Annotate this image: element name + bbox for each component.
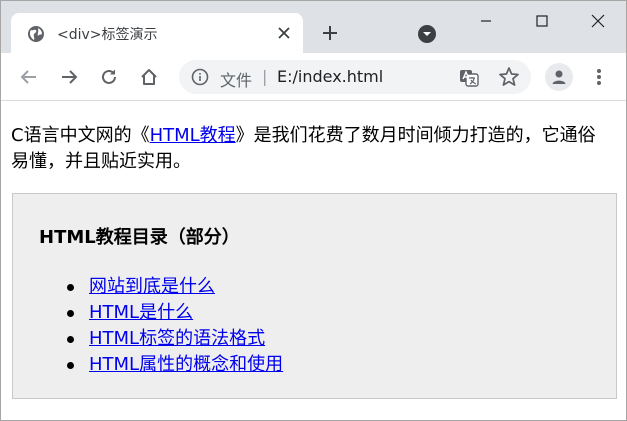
url-text[interactable]: E:/index.html [277, 67, 383, 86]
new-tab-button[interactable] [319, 22, 341, 44]
translate-icon[interactable] [458, 67, 480, 89]
kebab-menu-icon [597, 69, 601, 85]
reload-icon [102, 69, 116, 84]
home-icon [141, 69, 157, 85]
list-item: HTML标签的语法格式 [66, 326, 283, 352]
panel-title: HTML教程目录（部分） [39, 227, 240, 248]
toc-link[interactable]: HTML是什么 [89, 302, 193, 323]
maximize-button[interactable] [514, 1, 570, 41]
intro-text-before: C语言中文网的《 [11, 125, 150, 146]
list-item: 网站到底是什么 [66, 274, 283, 300]
close-icon [278, 27, 290, 39]
close-icon [591, 14, 605, 28]
arrow-right-icon [62, 70, 78, 84]
tab-strip: <div>标签演示 [1, 1, 626, 53]
tab-search-icon[interactable] [417, 24, 437, 44]
reload-button[interactable] [97, 65, 121, 89]
menu-button[interactable] [587, 65, 611, 89]
toc-link[interactable]: HTML属性的概念和使用 [89, 354, 283, 375]
toc-link[interactable]: HTML标签的语法格式 [89, 328, 265, 349]
info-icon[interactable] [191, 68, 209, 86]
profile-avatar-button[interactable] [545, 63, 573, 91]
home-button[interactable] [137, 65, 161, 89]
tab-title: <div>标签演示 [57, 27, 158, 43]
browser-window: <div>标签演示 文件 | E:/index.html C语言中文网的《HTM… [0, 0, 627, 421]
back-button[interactable] [17, 65, 41, 89]
globe-icon [28, 26, 44, 42]
toc-link[interactable]: 网站到底是什么 [89, 276, 215, 297]
intro-paragraph: C语言中文网的《HTML教程》是我们花费了数月时间倾力打造的，它通俗易懂，并且贴… [11, 123, 611, 175]
active-tab[interactable]: <div>标签演示 [11, 13, 303, 53]
toc-list: 网站到底是什么 HTML是什么 HTML标签的语法格式 HTML属性的概念和使用 [66, 274, 283, 378]
arrow-left-icon [20, 70, 36, 84]
url-separator: | [262, 67, 268, 86]
html-tutorial-link[interactable]: HTML教程 [150, 125, 236, 146]
plus-icon [323, 26, 337, 40]
list-item: HTML是什么 [66, 300, 283, 326]
list-item: HTML属性的概念和使用 [66, 352, 283, 378]
scheme-label: 文件 [220, 71, 253, 90]
address-bar[interactable]: 文件 | E:/index.html [179, 60, 531, 94]
minimize-button[interactable] [458, 1, 514, 41]
forward-button[interactable] [57, 65, 81, 89]
page-content: C语言中文网的《HTML教程》是我们花费了数月时间倾力打造的，它通俗易懂，并且贴… [1, 102, 626, 420]
toolbar: 文件 | E:/index.html [1, 53, 626, 101]
star-icon[interactable] [498, 66, 520, 88]
window-close-button[interactable] [570, 1, 626, 41]
minimize-icon [481, 20, 491, 22]
maximize-icon [536, 15, 548, 27]
tab-close-button[interactable] [273, 22, 295, 44]
toc-panel: HTML教程目录（部分） 网站到底是什么 HTML是什么 HTML标签的语法格式… [12, 193, 617, 399]
person-icon [552, 70, 566, 84]
